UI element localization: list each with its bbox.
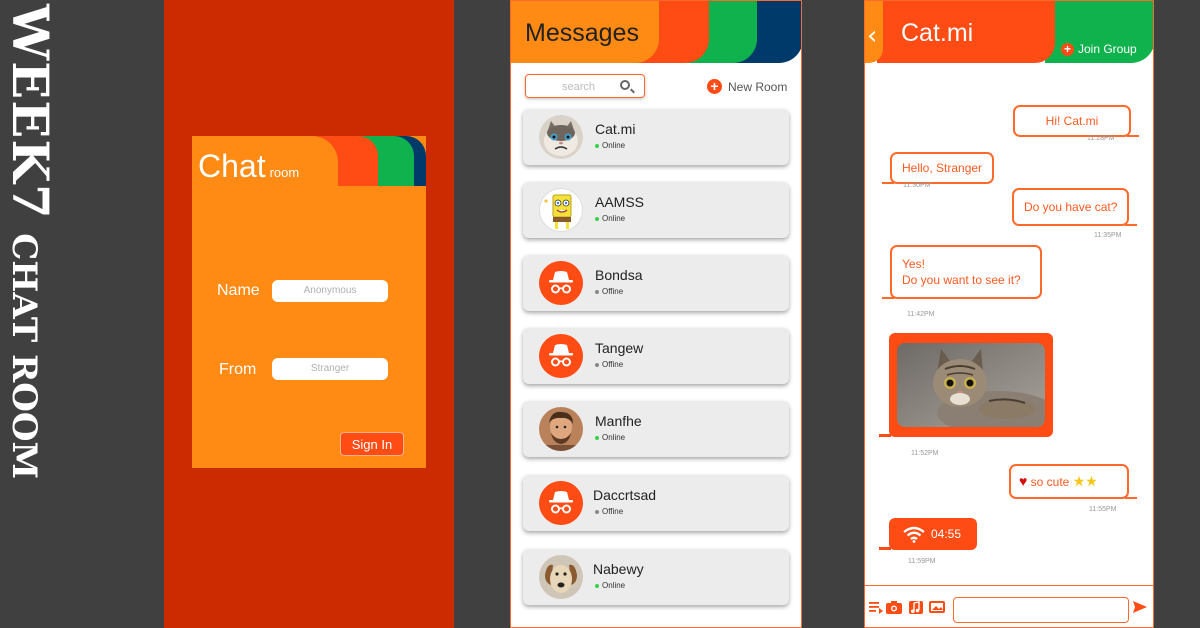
- new-room-button[interactable]: + New Room: [707, 79, 787, 94]
- room-name: AAMSS: [595, 194, 645, 210]
- message-time: 11:30PM: [903, 182, 931, 189]
- message-bubble-sent: ♥ so cute ★★: [1009, 464, 1137, 499]
- message-line: Do you want to see it?: [902, 273, 1021, 287]
- sponge-avatar: [539, 188, 583, 232]
- incognito-icon: [539, 481, 583, 525]
- room-status: Online: [595, 141, 625, 150]
- heart-icon: ♥: [1019, 473, 1028, 489]
- sign-in-button[interactable]: Sign In: [340, 432, 404, 456]
- plus-icon: +: [1061, 42, 1074, 56]
- offline-dot-icon: [595, 509, 599, 514]
- room-name: Manfhe: [595, 413, 642, 429]
- room-name: Nabewy: [593, 561, 644, 577]
- online-dot-icon: [595, 583, 599, 588]
- message-bubble-received: Hello, Stranger: [881, 152, 995, 184]
- voice-message[interactable]: 04:55: [879, 518, 977, 550]
- online-dot-icon: [595, 435, 599, 440]
- message-time: 11:59PM: [908, 558, 936, 565]
- message-line: Yes!: [902, 257, 925, 271]
- music-note-icon[interactable]: [909, 600, 923, 614]
- dog-avatar: [539, 555, 583, 599]
- room-item-nabewy[interactable]: Nabewy Online: [523, 549, 789, 605]
- from-input[interactable]: Stranger: [272, 358, 388, 380]
- poster-title: WEEK7 CHAT ROOM: [0, 0, 70, 628]
- incognito-icon: [539, 334, 583, 378]
- name-input[interactable]: Anonymous: [272, 280, 388, 302]
- message-time: 11:42PM: [907, 311, 935, 318]
- from-label: From: [219, 361, 257, 378]
- image-message[interactable]: [879, 333, 1053, 437]
- login-title-sub: room: [269, 165, 300, 180]
- room-status: Offine: [595, 360, 623, 369]
- room-item-aamss[interactable]: AAMSS Online: [523, 182, 789, 238]
- room-item-tangew[interactable]: Tangew Offine: [523, 328, 789, 384]
- room-name: Tangew: [595, 340, 644, 356]
- chat-title: Cat.mi: [901, 19, 974, 47]
- messages-title: Messages: [525, 19, 639, 47]
- wifi-icon: [903, 526, 925, 543]
- cat-avatar: [539, 115, 583, 159]
- search-input[interactable]: search: [525, 74, 645, 98]
- list-icon[interactable]: [869, 600, 883, 614]
- message-bubble-sent: Hi! Cat.mi: [1013, 105, 1139, 137]
- login-title-main: Chat: [198, 148, 266, 184]
- join-group-button[interactable]: + Join Group: [1061, 42, 1137, 56]
- star-icon: ★★: [1072, 473, 1098, 489]
- room-item-manfhe[interactable]: Manfhe Online: [523, 401, 789, 457]
- room-status: Offine: [595, 507, 623, 516]
- camera-icon[interactable]: [886, 600, 902, 614]
- room-item-cat-mi[interactable]: Cat.mi Online: [523, 109, 789, 165]
- room-name: Bondsa: [595, 267, 643, 283]
- voice-duration: 04:55: [931, 527, 962, 541]
- room-status: Online: [595, 214, 625, 223]
- plus-icon: +: [707, 79, 722, 94]
- offline-dot-icon: [595, 289, 599, 294]
- message-time: 11:28PM: [1087, 135, 1115, 142]
- back-chevron-icon[interactable]: ‹: [867, 21, 877, 51]
- man-avatar: [539, 407, 583, 451]
- image-icon[interactable]: [929, 600, 945, 614]
- room-status: Online: [595, 433, 625, 442]
- online-dot-icon: [595, 143, 599, 148]
- room-status: Online: [595, 581, 625, 590]
- chat-input-bar: [865, 585, 1153, 627]
- room-name: Daccrtsad: [593, 487, 657, 503]
- room-status: Offine: [595, 287, 623, 296]
- login-screen: Chat room Name Anonymous From Stranger Si…: [164, 0, 454, 628]
- message-time: 11:35PM: [1094, 232, 1122, 239]
- message-input[interactable]: [953, 597, 1129, 623]
- chat-screen: ‹ Cat.mi + Join Group Hi! Cat.mi 11:28PM…: [864, 0, 1154, 628]
- room-name: Cat.mi: [595, 121, 636, 137]
- message-bubble-sent: Do you have cat?: [1012, 188, 1138, 226]
- poster-title-chatroom: CHAT ROOM: [4, 233, 44, 480]
- search-placeholder: search: [562, 81, 596, 93]
- poster-title-week: WEEK7: [1, 4, 60, 220]
- login-card: Chat room Name Anonymous From Stranger Si…: [192, 136, 426, 468]
- incognito-icon: [539, 261, 583, 305]
- join-group-label: Join Group: [1078, 42, 1137, 56]
- message-text: so cute: [1030, 475, 1070, 489]
- message-time: 11:55PM: [1089, 506, 1117, 513]
- new-room-label: New Room: [728, 79, 788, 94]
- message-bubble-received: Yes! Do you want to see it?: [882, 245, 1042, 299]
- name-label: Name: [217, 282, 260, 299]
- login-title: Chat room: [198, 148, 299, 185]
- room-item-daccrtsad[interactable]: Daccrtsad Offine: [523, 475, 789, 531]
- send-icon[interactable]: [1133, 600, 1147, 614]
- search-icon[interactable]: [620, 80, 630, 90]
- message-time: 11:52PM: [911, 450, 939, 457]
- messages-screen: Messages search + New Room Cat.mi Online: [510, 0, 802, 628]
- online-dot-icon: [595, 216, 599, 221]
- offline-dot-icon: [595, 362, 599, 367]
- room-item-bondsa[interactable]: Bondsa Offine: [523, 255, 789, 311]
- cat-photo[interactable]: [897, 343, 1045, 427]
